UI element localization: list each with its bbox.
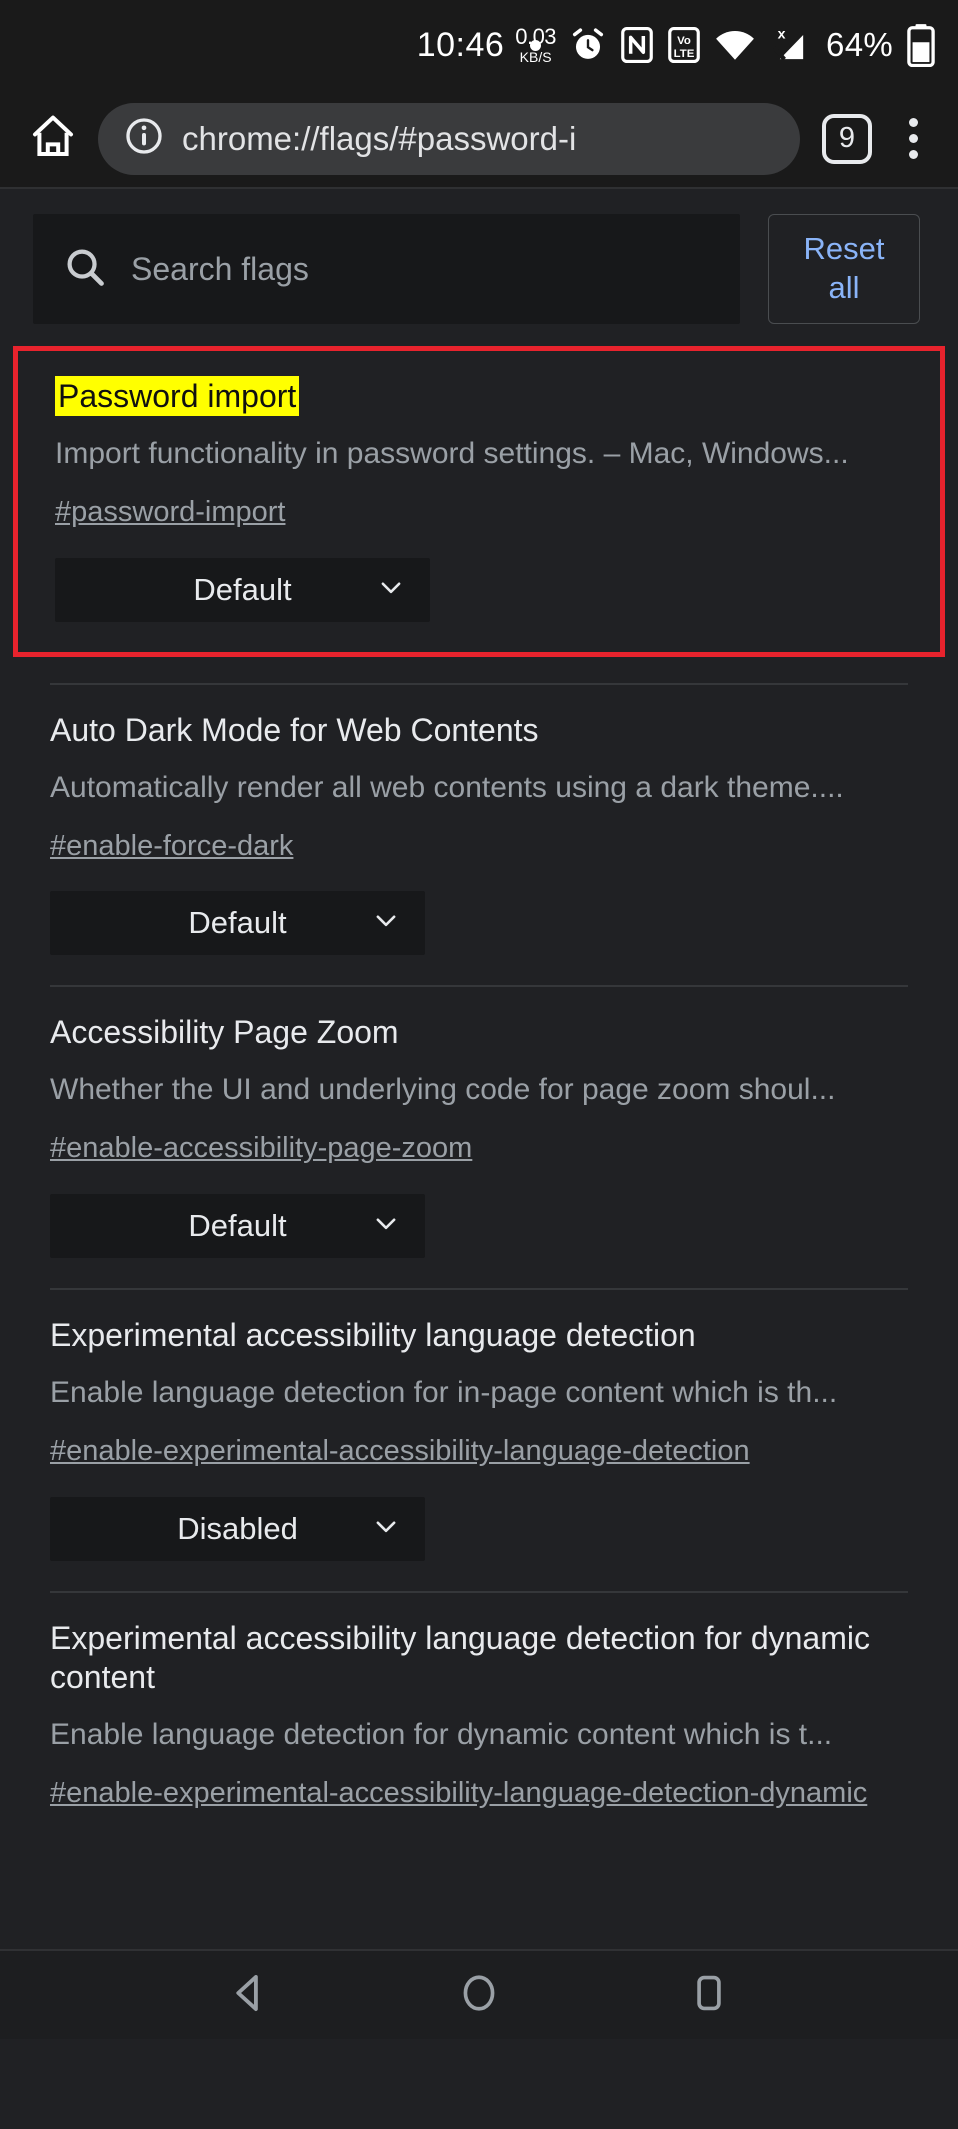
nav-recents-button[interactable] (674, 1960, 744, 2030)
status-bar-right-icons: 0.03 KB/S Vo LTE x 64% (515, 0, 936, 90)
overflow-menu-icon-dot-2 (908, 134, 918, 143)
flag-description: Enable language detection for dynamic co… (50, 1717, 833, 1751)
browser-toolbar: chrome://flags/#password-i 9 (0, 90, 958, 187)
flag-description: Import functionality in password setting… (55, 437, 849, 471)
battery-icon (906, 23, 936, 67)
flag-state-value: Default (193, 571, 292, 607)
flag-title: Experimental accessibility language dete… (50, 1619, 870, 1695)
flag-description: Whether the UI and underlying code for p… (50, 1073, 836, 1107)
flag-entry-auto-dark-mode: Auto Dark Mode for Web Contents Automati… (0, 685, 958, 986)
android-navigation-bar (0, 1949, 958, 2039)
flag-state-select[interactable]: Default (50, 891, 425, 956)
nav-back-button[interactable] (214, 1960, 284, 2030)
cellular-signal-icon: x (769, 25, 809, 65)
search-icon (63, 245, 107, 294)
flags-list: Password import Import functionality in … (0, 346, 958, 1869)
home-button[interactable] (22, 108, 84, 170)
omnibox[interactable]: chrome://flags/#password-i (98, 102, 800, 175)
flag-description: Automatically render all web contents us… (50, 770, 844, 804)
nfc-icon (620, 26, 654, 64)
search-flags-placeholder: Search flags (131, 250, 309, 287)
flag-state-select[interactable]: Default (50, 1194, 425, 1259)
search-flags-input[interactable]: Search flags (33, 214, 740, 324)
status-bar-clock: 10:46 (416, 25, 505, 64)
flag-permalink[interactable]: #password-import (55, 494, 903, 532)
flag-permalink[interactable]: #enable-experimental-accessibility-langu… (50, 1433, 908, 1471)
home-circle-icon (457, 1971, 501, 2020)
flag-state-value: Disabled (177, 1510, 298, 1546)
flag-permalink[interactable]: #enable-experimental-accessibility-langu… (50, 1775, 908, 1813)
volte-icon: Vo LTE (667, 26, 701, 64)
svg-text:LTE: LTE (674, 48, 695, 60)
flag-entry-experimental-accessibility-language-detection: Experimental accessibility language dete… (0, 1290, 958, 1591)
chevron-down-icon (371, 906, 401, 941)
wifi-icon (714, 26, 756, 64)
flag-title: Experimental accessibility language dete… (50, 1317, 696, 1354)
chevron-down-icon (371, 1511, 401, 1546)
chevron-down-icon (376, 572, 406, 607)
highlighted-flag-container: Password import Import functionality in … (13, 346, 945, 657)
search-row: Search flags Reset all (0, 189, 958, 346)
back-triangle-icon (226, 1970, 272, 2021)
flag-permalink[interactable]: #enable-force-dark (50, 828, 908, 866)
flag-state-select[interactable]: Default (55, 557, 430, 622)
reset-all-label-line1: Reset (803, 231, 885, 267)
omnibox-url-text: chrome://flags/#password-i (182, 119, 577, 157)
android-status-bar: 10:46 0.03 KB/S Vo LTE x 64% (0, 0, 958, 90)
home-icon (29, 112, 77, 165)
reset-all-label-line2: all (828, 270, 860, 305)
flag-title-row: Password import (55, 376, 903, 416)
overflow-menu-icon-dot-1 (908, 118, 918, 127)
tab-count-label: 9 (838, 122, 856, 154)
overflow-menu-button[interactable] (890, 108, 936, 170)
network-speed-value: 0.03 (515, 24, 557, 49)
flag-title: Password import (55, 376, 300, 416)
network-speed-indicator: 0.03 KB/S (515, 24, 557, 65)
flag-entry-accessibility-page-zoom: Accessibility Page Zoom Whether the UI a… (0, 987, 958, 1288)
flag-entry-experimental-accessibility-language-detection-dynamic: Experimental accessibility language dete… (0, 1593, 958, 1869)
svg-text:Vo: Vo (677, 35, 691, 47)
nav-home-button[interactable] (444, 1960, 514, 2030)
flag-permalink[interactable]: #enable-accessibility-page-zoom (50, 1130, 908, 1168)
alarm-icon (569, 26, 607, 64)
flag-description: Enable language detection for in-page co… (50, 1376, 838, 1410)
flag-state-select[interactable]: Disabled (50, 1496, 425, 1561)
flag-state-value: Default (188, 1208, 287, 1244)
chrome-flags-page: Search flags Reset all Password import I… (0, 187, 958, 2039)
overflow-menu-icon-dot-3 (908, 150, 918, 159)
chevron-down-icon (371, 1209, 401, 1244)
battery-percent-label: 64% (826, 26, 893, 63)
svg-text:x: x (778, 27, 786, 43)
recents-square-icon (687, 1971, 731, 2020)
page-info-icon[interactable] (124, 116, 164, 161)
flag-title: Accessibility Page Zoom (50, 1014, 399, 1051)
flag-entry-password-import: Password import Import functionality in … (18, 351, 940, 652)
tab-switcher-button[interactable]: 9 (822, 113, 872, 164)
flag-title: Auto Dark Mode for Web Contents (50, 711, 539, 748)
reset-all-button[interactable]: Reset all (768, 214, 920, 324)
network-speed-unit: KB/S (519, 49, 552, 65)
flag-state-value: Default (188, 905, 287, 941)
